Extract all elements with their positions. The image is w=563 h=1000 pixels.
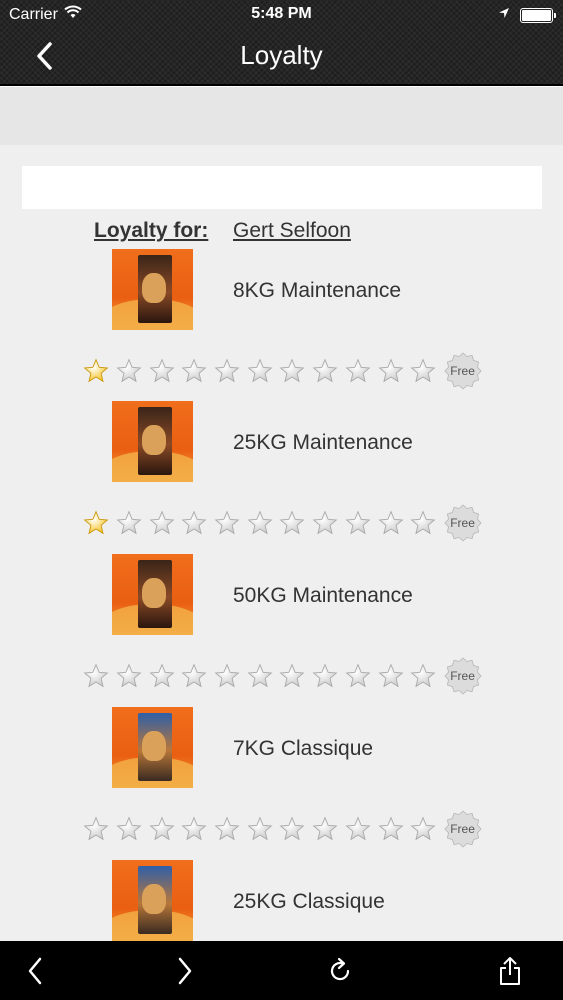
- browser-forward-icon: [178, 957, 192, 985]
- free-label: Free: [450, 364, 475, 378]
- product-image: [112, 249, 193, 330]
- star-empty-icon: [113, 508, 146, 538]
- browser-back-button[interactable]: [17, 953, 53, 989]
- star-empty-icon: [374, 661, 407, 691]
- star-empty-icon: [113, 356, 146, 386]
- star-empty-icon: [309, 661, 342, 691]
- free-label: Free: [450, 516, 475, 530]
- header-band: [0, 87, 563, 145]
- star-empty-icon: [342, 814, 375, 844]
- star-empty-icon: [342, 356, 375, 386]
- navigation-bar: Loyalty: [0, 28, 563, 84]
- product-image: [112, 554, 193, 635]
- star-empty-icon: [178, 661, 211, 691]
- free-reward-badge: Free: [444, 810, 482, 848]
- top-bar: Carrier 5:48 PM Loyalty: [0, 0, 563, 86]
- loyalty-stamp-row: Free: [80, 352, 482, 390]
- star-empty-icon: [211, 508, 244, 538]
- browser-back-icon: [28, 957, 42, 985]
- star-empty-icon: [211, 661, 244, 691]
- info-box: [22, 166, 542, 209]
- product-image: [112, 707, 193, 788]
- product-name: 8KG Maintenance: [233, 279, 402, 302]
- star-empty-icon: [80, 814, 113, 844]
- free-reward-badge: Free: [444, 504, 482, 542]
- status-bar: Carrier 5:48 PM: [0, 0, 563, 28]
- reload-button[interactable]: [322, 953, 358, 989]
- share-button[interactable]: [492, 953, 528, 989]
- product-name: 50KG Maintenance: [233, 584, 413, 607]
- star-empty-icon: [243, 356, 276, 386]
- star-empty-icon: [276, 508, 309, 538]
- star-empty-icon: [178, 814, 211, 844]
- product-name: 7KG Classique: [233, 737, 374, 760]
- free-reward-badge: Free: [444, 352, 482, 390]
- loyalty-stamp-row: Free: [80, 810, 482, 848]
- free-reward-badge: Free: [444, 657, 482, 695]
- product-name: 25KG Maintenance: [233, 431, 413, 454]
- customer-name-link[interactable]: Gert Selfoon: [233, 219, 351, 243]
- star-empty-icon: [374, 508, 407, 538]
- star-empty-icon: [407, 356, 440, 386]
- star-empty-icon: [407, 661, 440, 691]
- star-empty-icon: [178, 508, 211, 538]
- star-empty-icon: [145, 356, 178, 386]
- star-empty-icon: [80, 661, 113, 691]
- star-empty-icon: [342, 661, 375, 691]
- star-empty-icon: [113, 661, 146, 691]
- star-empty-icon: [276, 356, 309, 386]
- browser-forward-button[interactable]: [167, 953, 203, 989]
- share-icon: [500, 957, 520, 985]
- reload-icon: [330, 957, 350, 981]
- star-filled-icon: [80, 356, 113, 386]
- star-empty-icon: [243, 814, 276, 844]
- star-empty-icon: [243, 508, 276, 538]
- star-empty-icon: [243, 661, 276, 691]
- location-arrow-icon: [498, 6, 510, 24]
- star-empty-icon: [309, 356, 342, 386]
- star-empty-icon: [145, 508, 178, 538]
- loyalty-for-label: Loyalty for:: [94, 219, 209, 242]
- star-empty-icon: [374, 814, 407, 844]
- product-image: [112, 401, 193, 482]
- star-empty-icon: [178, 356, 211, 386]
- loyalty-stamp-row: Free: [80, 657, 482, 695]
- product-name: 25KG Classique: [233, 890, 385, 913]
- star-empty-icon: [276, 814, 309, 844]
- star-empty-icon: [342, 508, 375, 538]
- free-label: Free: [450, 669, 475, 683]
- battery-icon: [520, 7, 556, 23]
- clock: 5:48 PM: [251, 5, 312, 22]
- star-filled-icon: [80, 508, 113, 538]
- star-empty-icon: [309, 814, 342, 844]
- star-empty-icon: [145, 814, 178, 844]
- star-empty-icon: [145, 661, 178, 691]
- loyalty-stamp-row: Free: [80, 504, 482, 542]
- free-label: Free: [450, 822, 475, 836]
- star-empty-icon: [211, 814, 244, 844]
- page-title: Loyalty: [240, 40, 323, 70]
- product-image: [112, 860, 193, 941]
- star-empty-icon: [407, 508, 440, 538]
- star-empty-icon: [407, 814, 440, 844]
- star-empty-icon: [211, 356, 244, 386]
- star-empty-icon: [374, 356, 407, 386]
- star-empty-icon: [276, 661, 309, 691]
- star-empty-icon: [309, 508, 342, 538]
- browser-toolbar: [0, 941, 563, 1000]
- star-empty-icon: [113, 814, 146, 844]
